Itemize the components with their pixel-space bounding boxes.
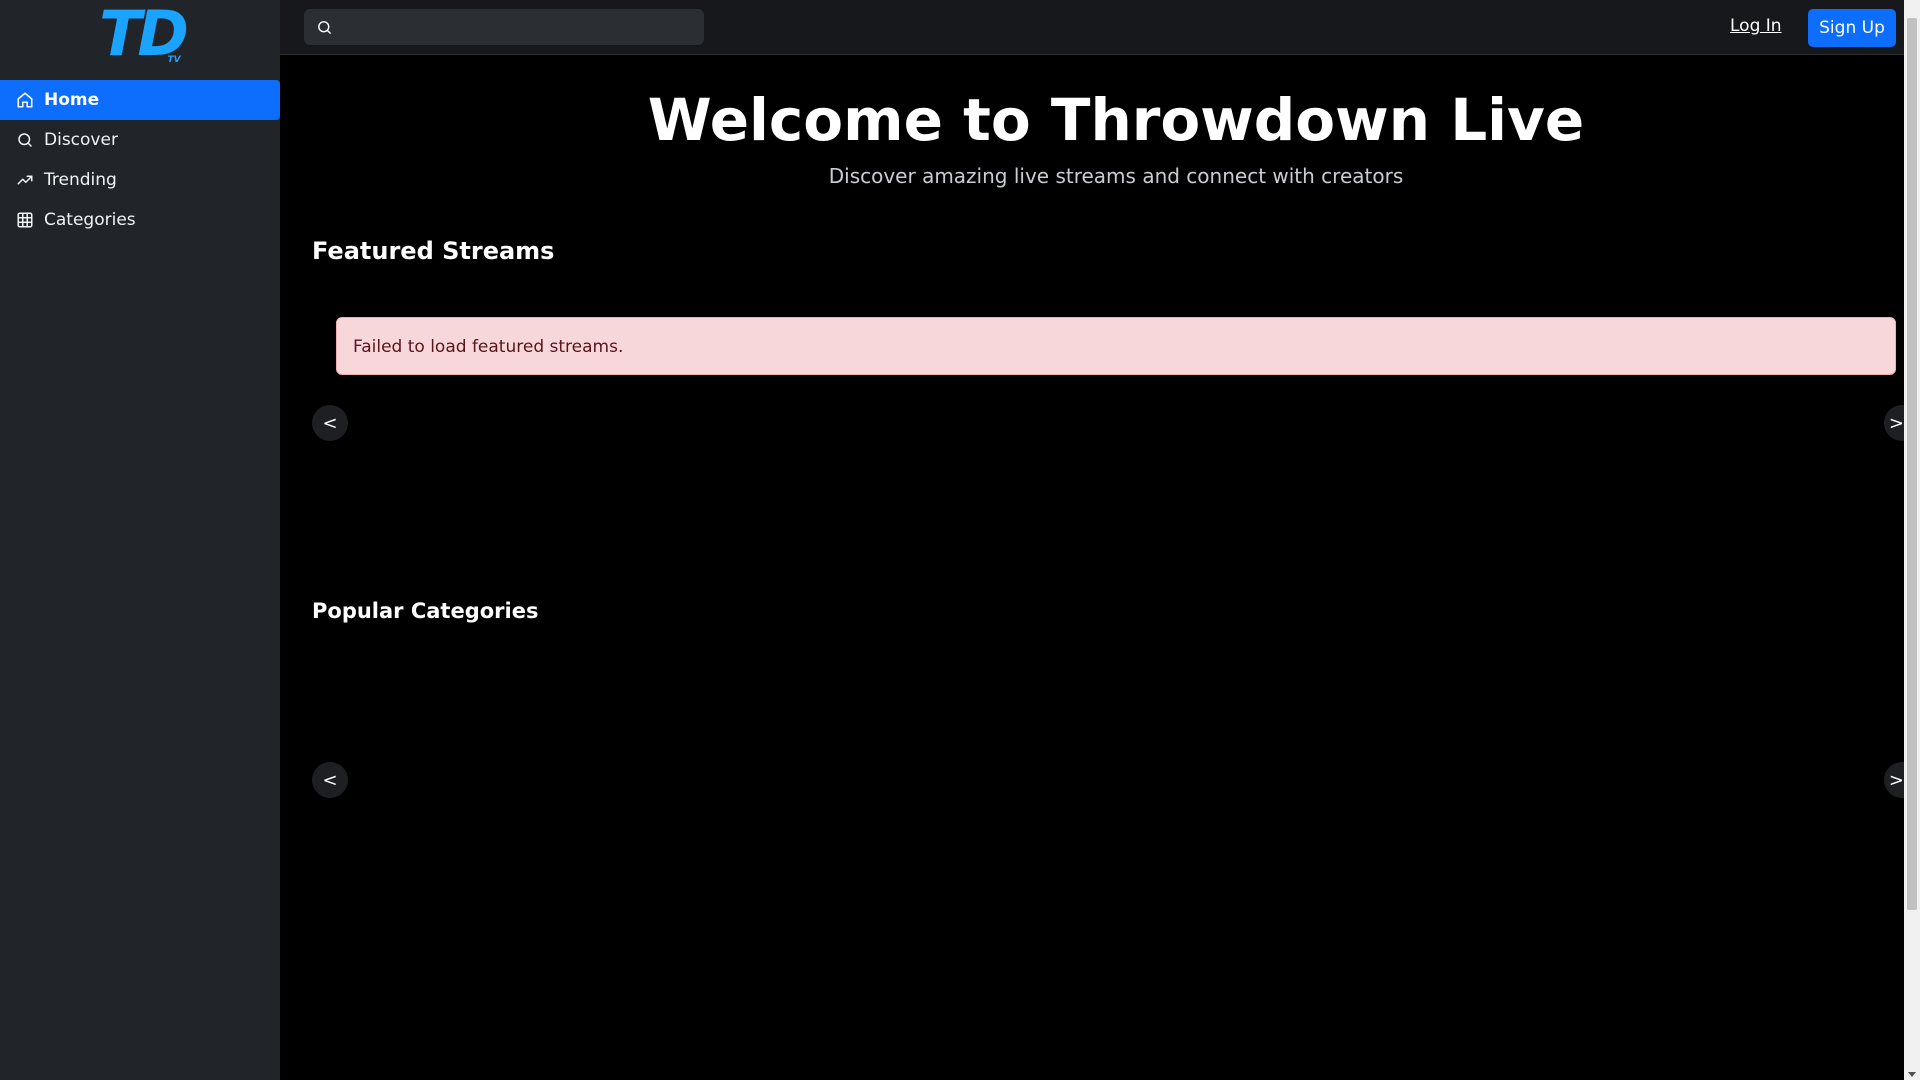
sidebar-item-discover[interactable]: Discover <box>0 120 280 160</box>
featured-prev-button[interactable]: < <box>312 405 348 441</box>
featured-next-button[interactable]: > <box>1884 405 1904 441</box>
page-scrollbar[interactable] <box>1904 0 1920 1080</box>
search-icon <box>318 21 331 34</box>
sidebar-nav: Home Discover Trending Categories <box>0 80 280 240</box>
sidebar-item-label: Categories <box>44 210 136 230</box>
top-bar: Log In Sign Up <box>280 0 1904 55</box>
trending-icon <box>17 175 33 185</box>
error-alert: Failed to load featured streams. <box>336 317 1896 375</box>
sidebar-item-trending[interactable]: Trending <box>0 160 280 200</box>
search-input[interactable] <box>344 9 694 45</box>
search-icon <box>18 133 32 147</box>
signup-button[interactable]: Sign Up <box>1808 9 1896 47</box>
scroll-down-arrow-icon[interactable] <box>1908 1072 1916 1077</box>
main-content: Welcome to Throwdown Live Discover amazi… <box>280 56 1904 1080</box>
categories-prev-button[interactable]: < <box>312 762 348 798</box>
hero-subtitle: Discover amazing live streams and connec… <box>828 164 1404 188</box>
svg-text:TV: TV <box>167 55 181 65</box>
home-icon <box>17 92 33 108</box>
sidebar-item-categories[interactable]: Categories <box>0 200 280 240</box>
popular-categories-title: Popular Categories <box>312 599 539 623</box>
grid-icon <box>17 212 33 228</box>
scrollbar-thumb[interactable] <box>1907 18 1917 910</box>
sidebar-item-label: Discover <box>44 130 118 150</box>
sidebar-item-home[interactable]: Home <box>0 80 280 120</box>
sidebar-item-label: Home <box>44 90 100 110</box>
featured-streams-title: Featured Streams <box>312 237 555 265</box>
brand-logo[interactable]: TD TV <box>82 0 202 66</box>
sidebar-item-label: Trending <box>44 170 117 190</box>
app-root: TD TV Home Discover Trending Categories <box>0 0 1920 1080</box>
categories-next-button[interactable]: > <box>1884 762 1904 798</box>
hero-title: Welcome to Throwdown Live <box>647 86 1585 154</box>
search-box[interactable] <box>304 9 704 45</box>
login-link[interactable]: Log In <box>1730 16 1782 36</box>
sidebar: TD TV Home Discover Trending Categories <box>0 0 280 1080</box>
